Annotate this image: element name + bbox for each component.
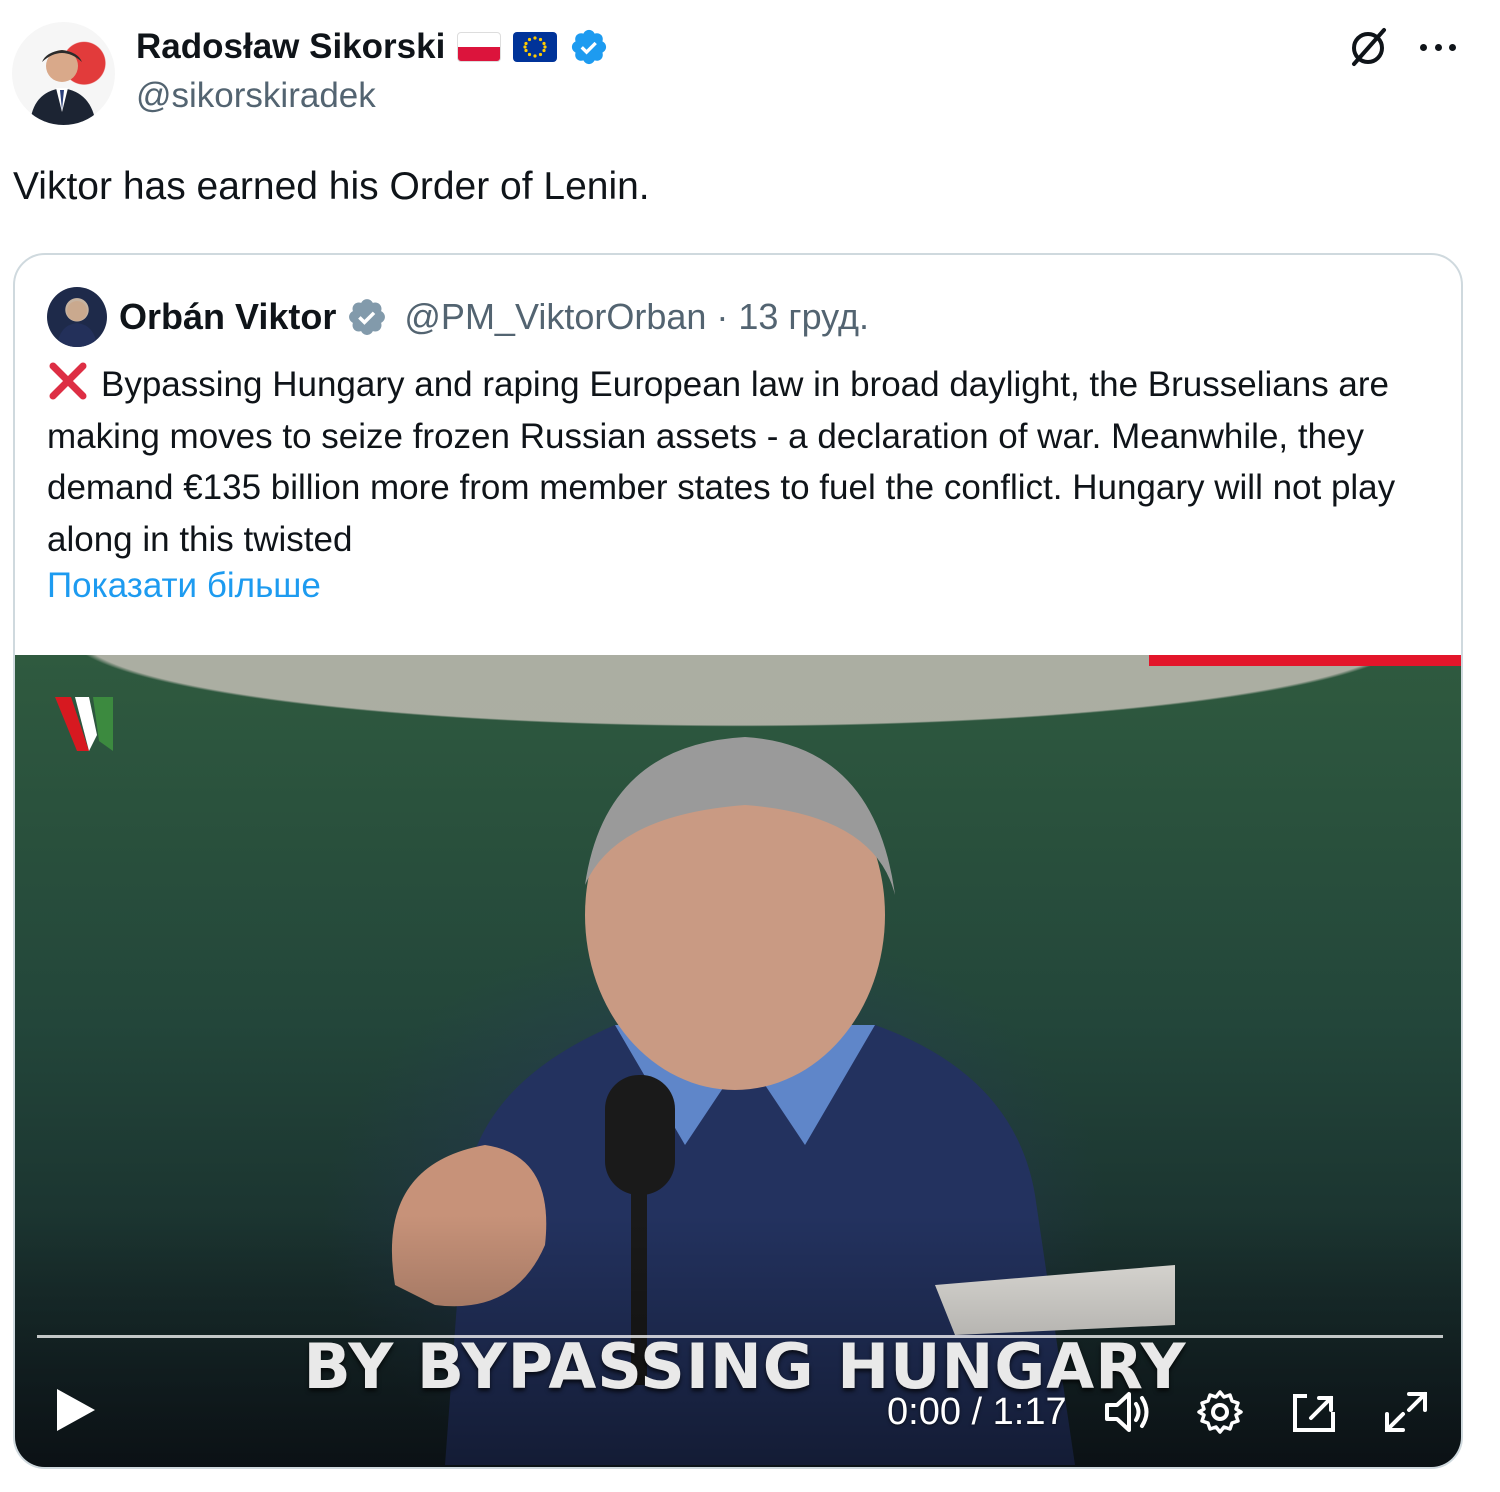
quoted-date[interactable]: 13 груд. [738, 296, 869, 338]
separator-dot: · [716, 296, 729, 337]
show-more-link[interactable]: Показати більше [47, 566, 321, 606]
quoted-handle[interactable]: @PM_ViktorOrban [404, 296, 706, 338]
author-handle[interactable]: @sikorskiradek [136, 76, 376, 116]
settings-icon[interactable] [1195, 1388, 1245, 1436]
video-player[interactable]: BY BYPASSING HUNGARY 0:00 / 1:17 [15, 655, 1461, 1467]
poland-flag-icon [457, 32, 502, 62]
volume-icon[interactable] [1103, 1388, 1153, 1436]
avatar-photo [30, 50, 96, 125]
grok-icon[interactable] [1346, 24, 1392, 70]
tweet-text: Viktor has earned his Order of Lenin. [13, 165, 650, 208]
play-icon[interactable] [51, 1385, 99, 1435]
video-caption: BY BYPASSING HUNGARY [303, 1330, 1187, 1403]
picture-in-picture-icon[interactable] [1289, 1388, 1339, 1436]
quoted-header: Orbán Viktor @PM_ViktorOrban · 13 груд. [119, 293, 869, 341]
government-verified-badge-icon[interactable] [346, 296, 388, 338]
tweet: Radosław Sikorski @sikorskiradek Viktor … [0, 0, 1500, 1492]
author-name-row: Radosław Sikorski [136, 24, 609, 70]
avatar[interactable] [12, 22, 115, 125]
time-display: 0:00 / 1:17 [887, 1391, 1067, 1433]
quoted-text-body: Bypassing Hungary and raping European la… [47, 365, 1396, 559]
cross-mark-icon [49, 362, 87, 400]
quoted-tweet-text: Bypassing Hungary and raping European la… [47, 359, 1442, 565]
quoted-display-name[interactable]: Orbán Viktor [119, 296, 336, 338]
quoted-avatar[interactable] [47, 287, 107, 347]
video-top-red-bar [1149, 655, 1461, 666]
quoted-tweet-card[interactable]: Orbán Viktor @PM_ViktorOrban · 13 груд. … [13, 253, 1463, 1469]
eu-flag-icon [513, 32, 558, 62]
fullscreen-icon[interactable] [1381, 1388, 1431, 1436]
more-options-icon[interactable] [1416, 32, 1460, 62]
author-display-name[interactable]: Radosław Sikorski [136, 27, 445, 67]
verified-badge-icon[interactable] [569, 27, 609, 67]
channel-logo-icon [55, 697, 113, 751]
